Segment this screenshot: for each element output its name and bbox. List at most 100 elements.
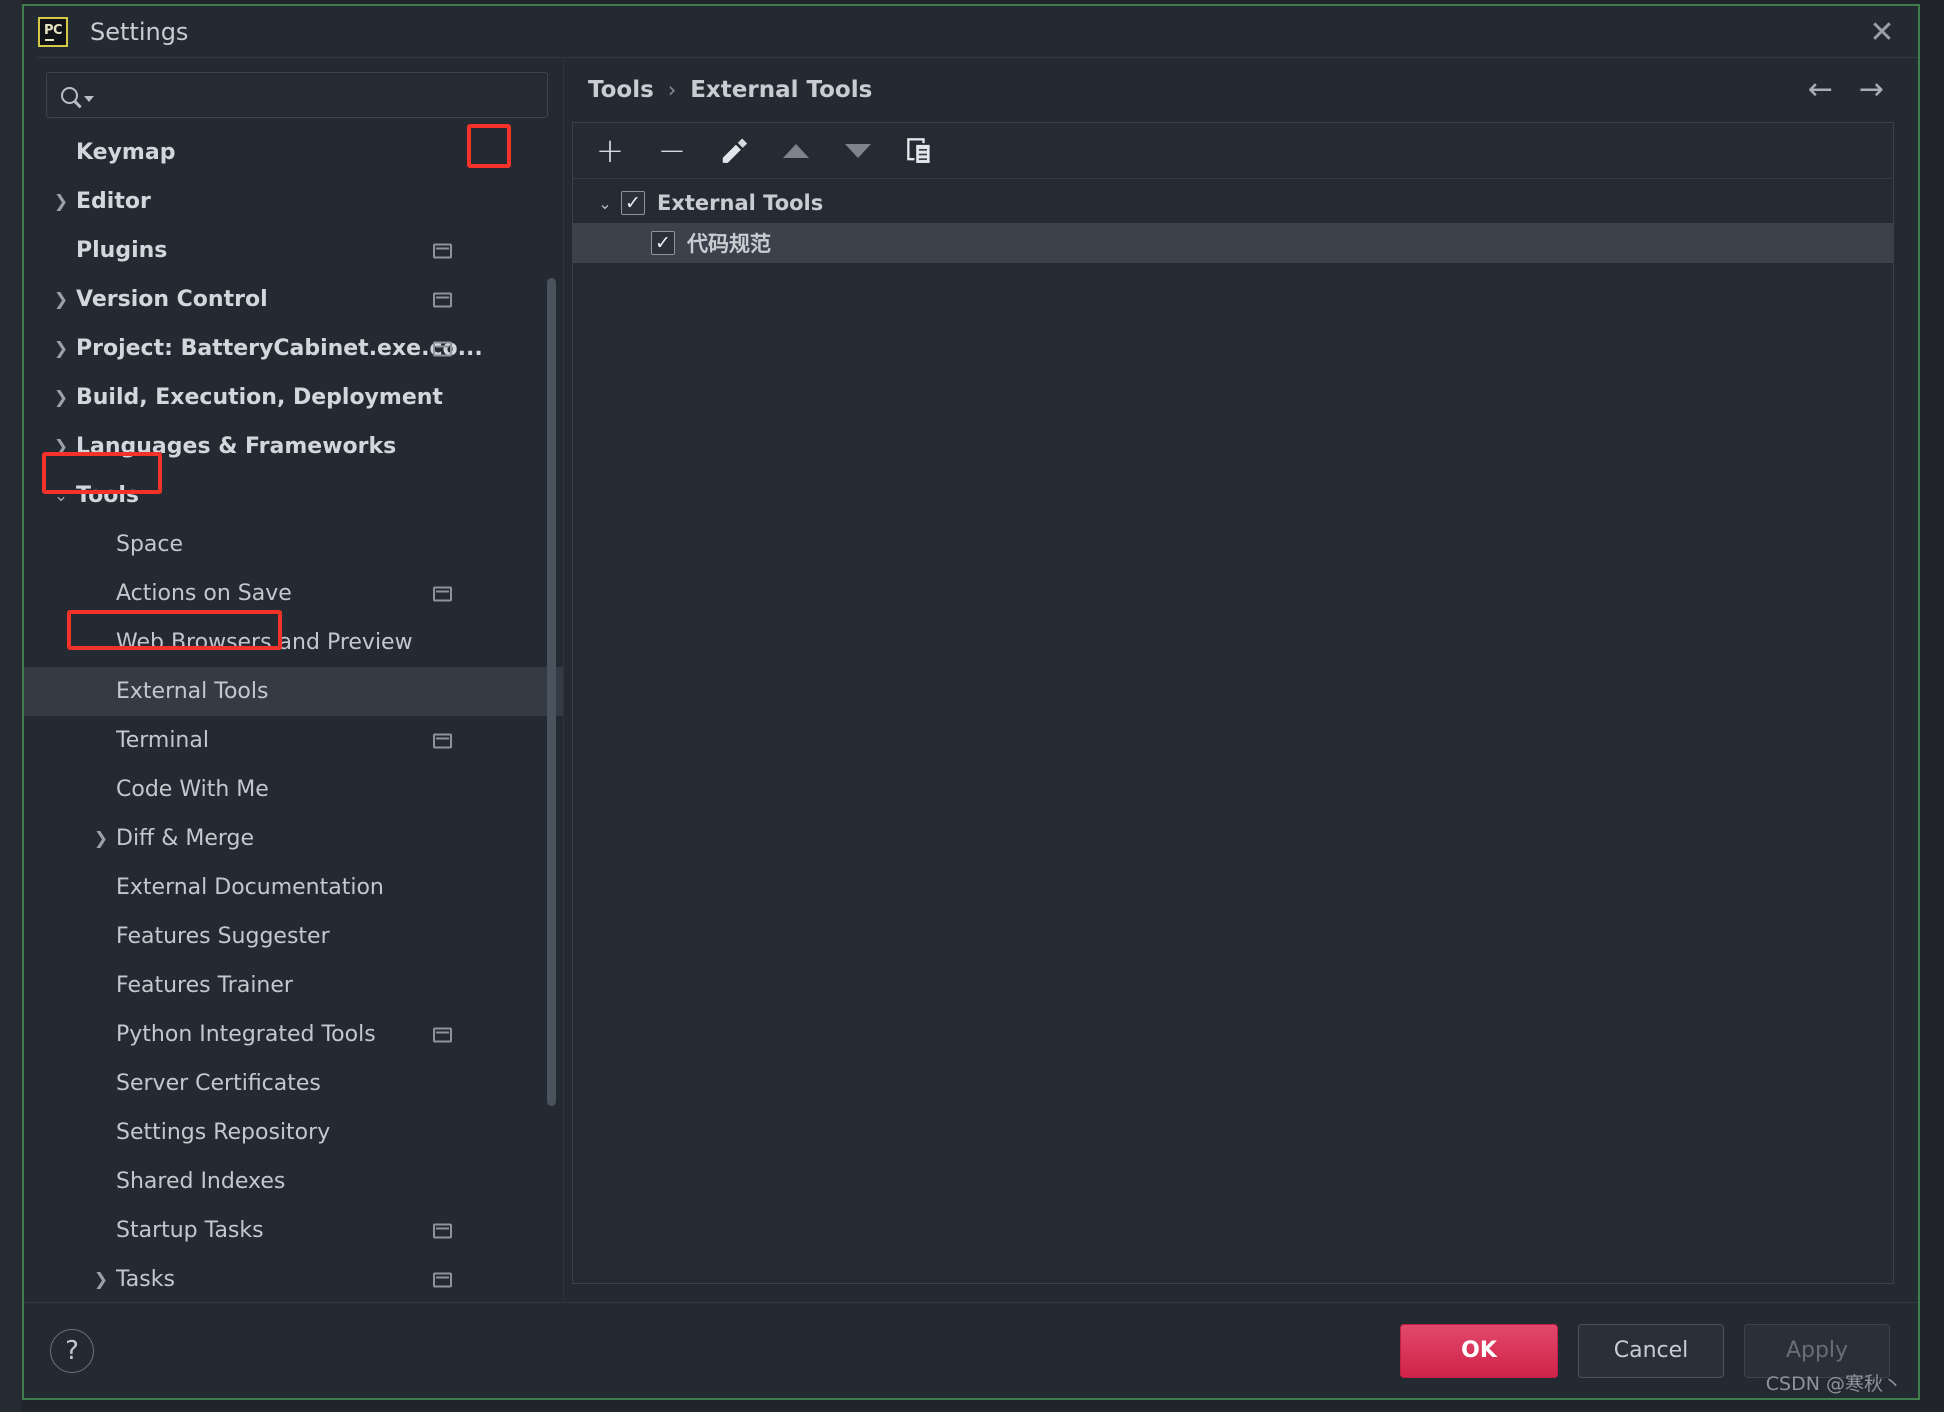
sidebar-item-startup-tasks[interactable]: ❯Startup Tasks: [24, 1206, 564, 1255]
chevron-right-icon: ❯: [53, 338, 69, 359]
sidebar-item-terminal[interactable]: ❯Terminal: [24, 716, 564, 765]
sidebar-item-plugins[interactable]: ❯Plugins: [24, 226, 564, 275]
caret-down-icon: [845, 143, 871, 158]
sidebar-item-label: Build, Execution, Deployment: [76, 385, 443, 410]
chevron-right-icon: ❯: [53, 387, 69, 408]
window-indicator-icon: [433, 243, 452, 258]
checkbox[interactable]: ✓: [651, 231, 675, 255]
plus-icon: +: [595, 130, 625, 171]
sidebar-item-version-control[interactable]: ❯ Version Control: [24, 275, 564, 324]
sidebar-item-label: Plugins: [76, 238, 168, 263]
arrow-left-icon[interactable]: ←: [1808, 75, 1833, 105]
arrow-right-icon[interactable]: →: [1859, 75, 1884, 105]
dialog-title: Settings: [90, 18, 189, 46]
sidebar-item-label: Web Browsers and Preview: [116, 630, 413, 655]
move-up-button[interactable]: [777, 132, 815, 170]
sidebar-item-label: Code With Me: [116, 777, 269, 802]
pycharm-icon: PC: [38, 17, 68, 47]
sidebar-item-diff-merge[interactable]: ❯ Diff & Merge: [24, 814, 564, 863]
sidebar-item-python-integrated-tools[interactable]: ❯Python Integrated Tools: [24, 1010, 564, 1059]
dialog-titlebar: PC Settings ✕: [24, 6, 1918, 58]
chevron-right-icon: ❯: [53, 436, 69, 457]
sidebar-item-keymap[interactable]: ❯Keymap: [24, 128, 564, 177]
help-label: ?: [65, 1335, 79, 1366]
sidebar-item-languages-frameworks[interactable]: ❯ Languages & Frameworks: [24, 422, 564, 471]
sidebar-item-label: Server Certificates: [116, 1071, 321, 1096]
external-tools-panel: + − ⌄ ✓ External Tools ✓ 代码规范: [572, 122, 1894, 1284]
sidebar-item-label: Diff & Merge: [116, 826, 255, 851]
dialog-body: ❯Keymap❯Editor❯Plugins❯Version Control❯P…: [24, 58, 1918, 1302]
sidebar-item-space[interactable]: ❯Space: [24, 520, 564, 569]
chevron-right-icon: ❯: [93, 1269, 109, 1290]
sidebar-item-features-suggester[interactable]: ❯Features Suggester: [24, 912, 564, 961]
watermark: CSDN @寒秋丶: [1765, 1373, 1902, 1395]
sidebar-item-external-documentation[interactable]: ❯External Documentation: [24, 863, 564, 912]
question-mark-icon[interactable]: ?: [50, 1328, 94, 1373]
chevron-right-icon: ❯: [93, 828, 109, 849]
cancel-button[interactable]: Cancel: [1578, 1323, 1724, 1378]
sidebar-item-project-batterycabinet-exe-co[interactable]: ❯ Project: BatteryCabinet.exe.co...: [24, 324, 564, 373]
sidebar-scrollbar[interactable]: [547, 278, 556, 1106]
sidebar-item-label: Languages & Frameworks: [76, 434, 397, 459]
sidebar-item-shared-indexes[interactable]: ❯Shared Indexes: [24, 1157, 564, 1206]
sidebar-item-build-execution-deployment[interactable]: ❯ Build, Execution, Deployment: [24, 373, 564, 422]
window-indicator-icon: [433, 733, 452, 748]
settings-main-panel: Tools › External Tools ← → + − ⌄ ✓ Exter…: [564, 58, 1918, 1302]
sidebar-item-label: Terminal: [116, 728, 209, 753]
dialog-footer: ? OK Cancel Apply CSDN @寒秋丶: [24, 1302, 1918, 1398]
remove-button[interactable]: −: [653, 132, 691, 170]
external-tools-tree[interactable]: ⌄ ✓ External Tools⌄ ✓ 代码规范: [573, 179, 1893, 1283]
tool-tree-row[interactable]: ⌄ ✓ External Tools: [573, 183, 1893, 223]
search-container: [24, 58, 564, 128]
sidebar-item-settings-repository[interactable]: ❯Settings Repository: [24, 1108, 564, 1157]
breadcrumb-current: External Tools: [690, 77, 873, 103]
chevron-right-icon: ❯: [53, 191, 69, 212]
settings-dialog: PC Settings ✕ ❯Keymap❯Editor❯Plugins❯Ver…: [24, 6, 1918, 1398]
sidebar-item-label: Version Control: [76, 287, 268, 312]
sidebar-item-tools[interactable]: ⌄ Tools: [24, 471, 564, 520]
checkbox[interactable]: ✓: [621, 191, 645, 215]
pencil-icon: [722, 138, 748, 163]
sidebar-item-label: Features Suggester: [116, 924, 330, 949]
sidebar-item-label: Tasks: [116, 1267, 175, 1292]
search-box[interactable]: [46, 72, 548, 118]
sidebar-item-code-with-me[interactable]: ❯Code With Me: [24, 765, 564, 814]
sidebar-item-label: Startup Tasks: [116, 1218, 264, 1243]
window-indicator-icon: [433, 341, 452, 356]
breadcrumb: Tools › External Tools ← →: [564, 58, 1894, 122]
sidebar-item-label: Features Trainer: [116, 973, 293, 998]
window-indicator-icon: [433, 1272, 452, 1287]
external-tools-toolbar: + −: [573, 123, 1893, 179]
sidebar-item-label: Shared Indexes: [116, 1169, 286, 1194]
chevron-right-icon: ❯: [53, 289, 69, 310]
sidebar-item-label: Actions on Save: [116, 581, 292, 606]
sidebar-item-label: Editor: [76, 189, 151, 214]
sidebar-item-web-browsers-and-preview[interactable]: ❯Web Browsers and Preview: [24, 618, 564, 667]
settings-category-tree[interactable]: ❯Keymap❯Editor❯Plugins❯Version Control❯P…: [24, 128, 564, 1302]
sidebar-item-label: Settings Repository: [116, 1120, 331, 1145]
window-indicator-icon: [433, 292, 452, 307]
sidebar-item-actions-on-save[interactable]: ❯Actions on Save: [24, 569, 564, 618]
pycharm-icon-text: PC: [43, 22, 63, 38]
move-down-button[interactable]: [839, 132, 877, 170]
copy-button[interactable]: [901, 132, 939, 170]
sidebar-item-tasks[interactable]: ❯ Tasks: [24, 1255, 564, 1302]
sidebar-item-external-tools[interactable]: ❯External Tools: [24, 667, 564, 716]
breadcrumb-separator: ›: [667, 78, 677, 102]
tool-tree-row[interactable]: ⌄✓代码规范: [573, 223, 1893, 263]
chevron-down-icon: [84, 95, 94, 102]
add-button[interactable]: +: [591, 132, 629, 170]
window-indicator-icon: [433, 1223, 452, 1238]
close-icon[interactable]: ✕: [1860, 10, 1904, 54]
edit-button[interactable]: [715, 132, 753, 170]
ok-button[interactable]: OK: [1400, 1323, 1558, 1378]
search-input[interactable]: [100, 84, 547, 106]
breadcrumb-parent[interactable]: Tools: [588, 77, 654, 103]
sidebar-divider: [563, 58, 564, 1302]
sidebar-item-editor[interactable]: ❯ Editor: [24, 177, 564, 226]
sidebar-item-features-trainer[interactable]: ❯Features Trainer: [24, 961, 564, 1010]
sidebar-item-label: External Tools: [116, 679, 269, 704]
sidebar-item-server-certificates[interactable]: ❯Server Certificates: [24, 1059, 564, 1108]
sidebar-item-label: Python Integrated Tools: [116, 1022, 376, 1047]
caret-up-icon: [783, 143, 809, 158]
